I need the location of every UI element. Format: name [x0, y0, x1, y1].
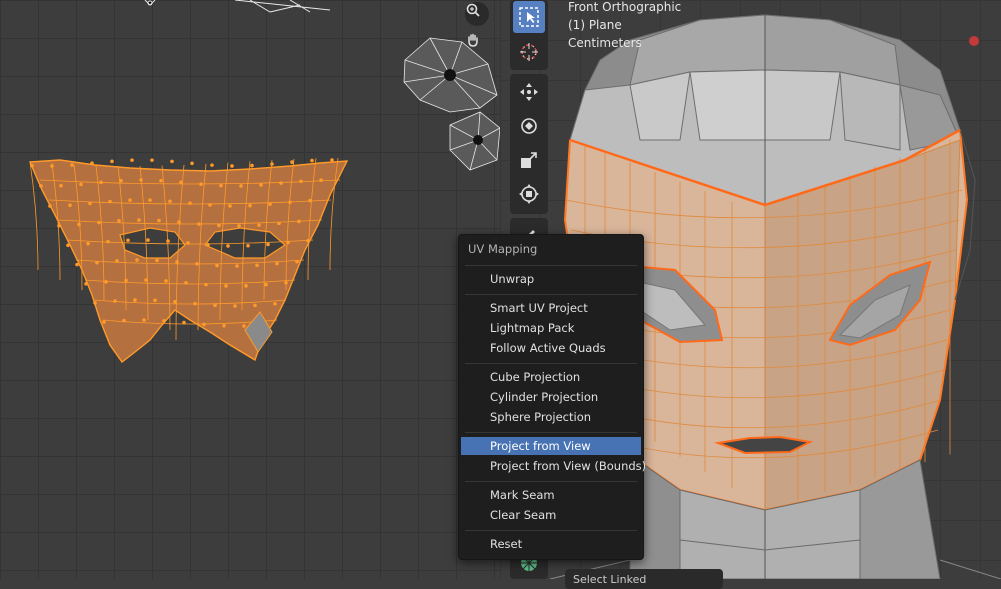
menu-item-smart-uv-project[interactable]: Smart UV Project — [461, 299, 641, 317]
menu-item-project-from-view[interactable]: Project from View — [461, 437, 641, 455]
tool-group-transform — [510, 74, 548, 214]
cursor-icon — [520, 43, 538, 61]
menu-item-follow-active-quads[interactable]: Follow Active Quads — [461, 339, 641, 357]
menu-item-label: Cylinder Projection — [490, 390, 599, 404]
menu-item-project-from-view-bounds[interactable]: Project from View (Bounds) — [461, 457, 646, 475]
zoom-icon[interactable] — [465, 2, 489, 26]
tool-group-select — [510, 0, 548, 70]
menu-separator — [465, 265, 637, 266]
menu-separator — [465, 530, 637, 531]
uv-island-mask[interactable] — [28, 157, 349, 363]
menu-item-clear-seam[interactable]: Clear Seam — [461, 506, 641, 524]
menu-item-label: Unwrap — [490, 272, 535, 286]
uv-island-cluster[interactable] — [403, 37, 500, 171]
operator-label: Select Linked — [573, 573, 647, 586]
menu-item-label: Project from View (Bounds) — [490, 459, 647, 473]
menu-item-sphere-projection[interactable]: Sphere Projection — [461, 408, 641, 426]
menu-item-reset[interactable]: Reset — [461, 535, 641, 553]
menu-item-label: Sphere Projection — [490, 410, 592, 424]
uv-mapping-menu: UV Mapping Unwrap Smart UV Project Light… — [458, 234, 646, 560]
menu-item-label: Project from View — [490, 439, 591, 453]
object-name: (1) Plane — [568, 18, 622, 32]
uv-canvas[interactable] — [0, 0, 500, 579]
menu-separator — [465, 363, 637, 364]
menu-item-cylinder-projection[interactable]: Cylinder Projection — [461, 388, 641, 406]
menu-item-label: Mark Seam — [490, 488, 555, 502]
menu-item-unwrap[interactable]: Unwrap — [461, 270, 641, 288]
menu-item-mark-seam[interactable]: Mark Seam — [461, 486, 641, 504]
scale-icon — [521, 152, 537, 168]
rotate-icon — [521, 118, 537, 134]
menu-separator — [465, 481, 637, 482]
menu-title: UV Mapping — [468, 242, 538, 256]
menu-separator — [465, 432, 637, 433]
menu-item-lightmap-pack[interactable]: Lightmap Pack — [461, 319, 641, 337]
menu-item-label: Reset — [490, 537, 523, 551]
move-tool[interactable] — [513, 76, 545, 108]
uv-island-top[interactable] — [144, 0, 331, 13]
uv-editor[interactable] — [0, 0, 500, 579]
rotate-tool[interactable] — [513, 110, 545, 142]
menu-separator — [465, 294, 637, 295]
axis-x-dot — [969, 36, 979, 46]
menu-item-label: Follow Active Quads — [490, 341, 606, 355]
menu-item-label: Cube Projection — [490, 370, 581, 384]
scale-tool[interactable] — [513, 144, 545, 176]
menu-item-label: Clear Seam — [490, 508, 557, 522]
cursor-tool[interactable] — [513, 36, 545, 68]
transform-icon — [519, 184, 539, 204]
menu-item-cube-projection[interactable]: Cube Projection — [461, 368, 641, 386]
view-name: Front Orthographic — [568, 0, 682, 14]
units-label: Centimeters — [568, 36, 642, 50]
pan-hand-icon[interactable] — [465, 32, 489, 56]
transform-tool[interactable] — [513, 178, 545, 210]
menu-item-label: Smart UV Project — [490, 301, 588, 315]
move-icon — [520, 83, 538, 101]
select-box-tool[interactable] — [513, 1, 545, 33]
select-box-icon — [519, 7, 539, 27]
menu-item-label: Lightmap Pack — [490, 321, 575, 335]
last-operator-panel[interactable]: Select Linked — [565, 569, 723, 589]
